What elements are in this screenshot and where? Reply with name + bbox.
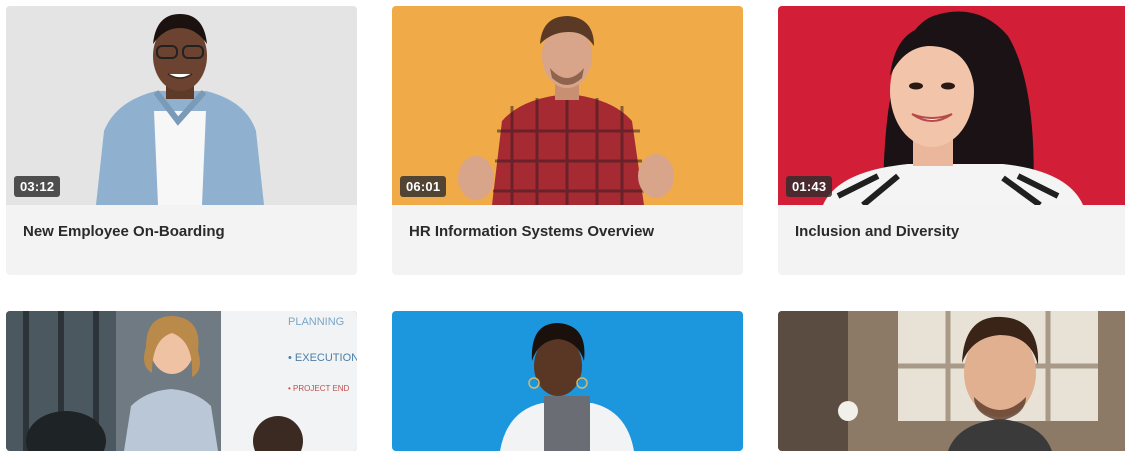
- whiteboard-line: • EXECUTION: [288, 352, 357, 364]
- video-card[interactable]: 06:01 HR Information Systems Overview: [392, 6, 743, 275]
- video-thumbnail[interactable]: 06:01: [392, 6, 743, 205]
- video-card[interactable]: [778, 311, 1125, 451]
- video-title[interactable]: Inclusion and Diversity: [795, 223, 959, 240]
- whiteboard-line: • PROJECT END: [288, 384, 350, 393]
- woman-blue-background-image: [392, 311, 743, 451]
- video-thumbnail[interactable]: [392, 311, 743, 451]
- video-thumbnail[interactable]: 03:12: [6, 6, 357, 205]
- woman-striped-shirt-image: [778, 6, 1125, 205]
- video-card[interactable]: PLANNING • EXECUTION • PROJECT END: [6, 311, 357, 451]
- video-thumbnail[interactable]: 01:43: [778, 6, 1125, 205]
- man-denim-shirt-image: [6, 6, 357, 205]
- video-title[interactable]: New Employee On-Boarding: [23, 223, 225, 240]
- video-card[interactable]: [392, 311, 743, 451]
- video-card[interactable]: 03:12 New Employee On-Boarding: [6, 6, 357, 275]
- video-duration: 01:43: [786, 176, 833, 197]
- whiteboard-line: PLANNING: [288, 316, 344, 328]
- video-card[interactable]: 01:43 Inclusion and Diversity: [778, 6, 1125, 275]
- video-duration: 06:01: [400, 176, 447, 197]
- man-office-background-image: [778, 311, 1125, 451]
- video-thumbnail[interactable]: [778, 311, 1125, 451]
- video-thumbnail[interactable]: PLANNING • EXECUTION • PROJECT END: [6, 311, 357, 451]
- woman-presenting-whiteboard-image: PLANNING • EXECUTION • PROJECT END: [6, 311, 357, 451]
- man-plaid-shirt-image: [392, 6, 743, 205]
- video-duration: 03:12: [14, 176, 61, 197]
- video-title[interactable]: HR Information Systems Overview: [409, 223, 654, 240]
